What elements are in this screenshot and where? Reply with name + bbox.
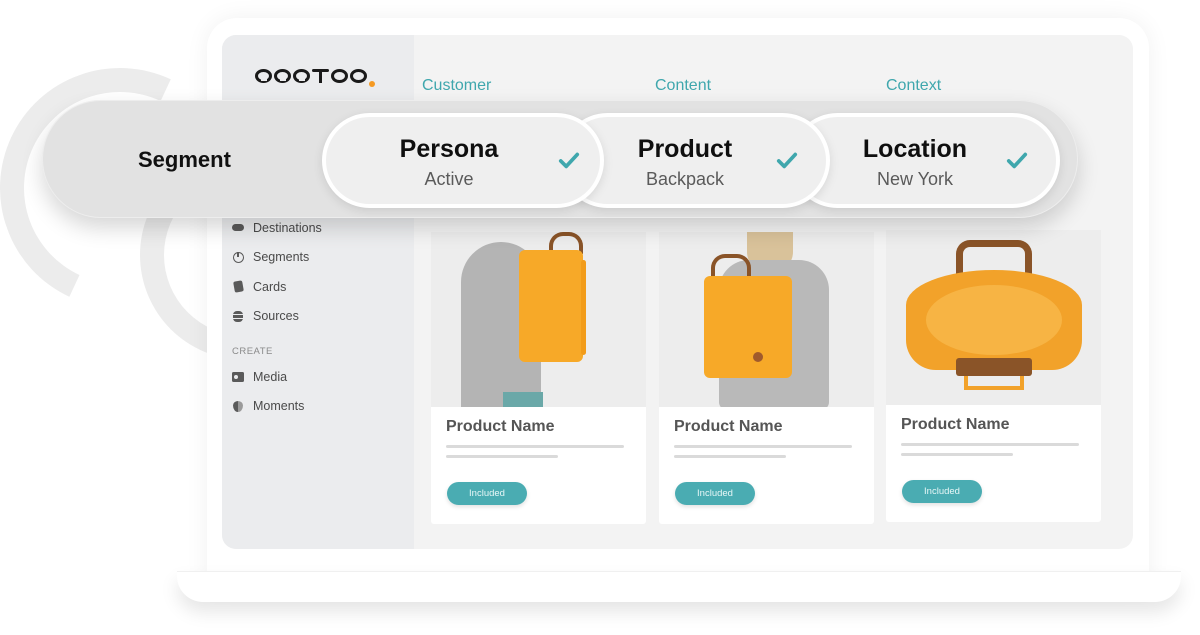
jeans	[503, 392, 543, 407]
product-name: Product Name	[901, 416, 1010, 433]
product-card[interactable]: Product Name Included	[659, 232, 874, 524]
sidebar-item-media[interactable]: Media	[232, 362, 402, 392]
included-badge[interactable]: Included	[902, 480, 982, 503]
pie-chart-icon	[232, 251, 244, 263]
sidebar-item-label: Moments	[253, 399, 305, 414]
included-badge[interactable]: Included	[447, 482, 527, 505]
occtoo-logo[interactable]	[255, 65, 375, 87]
placeholder-line	[446, 445, 624, 448]
category-content[interactable]: Content	[655, 77, 711, 95]
logo-glyph	[331, 69, 348, 83]
placeholder-line	[674, 445, 852, 448]
product-name: Product Name	[446, 418, 555, 435]
included-badge[interactable]: Included	[675, 482, 755, 505]
backpack	[704, 276, 792, 378]
sidebar-section-create: CREATE	[232, 345, 273, 357]
product-card[interactable]: Product Name Included	[431, 232, 646, 524]
database-icon	[232, 310, 244, 322]
sidebar-nav: Destinations Segments Cards Sources CREA…	[232, 213, 402, 421]
category-customer[interactable]: Customer	[422, 77, 491, 95]
laptop-base	[177, 571, 1181, 602]
sidebar-item-label: Segments	[253, 250, 310, 265]
bag-loop	[964, 376, 1024, 390]
segment-pill-location[interactable]: Location New York	[790, 113, 1060, 208]
brand-patch	[753, 352, 763, 362]
sidebar-item-moments[interactable]: Moments	[232, 392, 402, 422]
logo-glyph	[293, 69, 310, 83]
sidebar-item-sources[interactable]: Sources	[232, 302, 402, 332]
logo-glyph	[255, 69, 272, 83]
image-icon	[232, 371, 244, 383]
pill-value: Active	[424, 169, 474, 189]
product-card[interactable]: Product Name Included	[886, 230, 1101, 522]
logo-glyph	[312, 69, 329, 83]
bag-strap	[581, 260, 586, 355]
segment-pill-persona[interactable]: Persona Active	[322, 113, 604, 208]
logo-glyph	[350, 69, 367, 83]
checkmark-icon	[1006, 152, 1028, 169]
sidebar-item-label: Sources	[253, 309, 299, 324]
checkmark-icon	[776, 152, 798, 169]
placeholder-line	[446, 455, 558, 458]
cloud-icon	[232, 222, 244, 234]
segment-label: Segment	[138, 147, 231, 172]
product-image	[431, 232, 646, 407]
backpack	[519, 250, 583, 362]
pill-title: Persona	[399, 135, 499, 163]
logo-glyph	[274, 69, 291, 83]
product-image	[659, 232, 874, 407]
sidebar-item-label: Media	[253, 369, 288, 384]
product-image	[886, 230, 1101, 405]
category-context[interactable]: Context	[886, 77, 941, 95]
product-name: Product Name	[674, 418, 783, 435]
placeholder-line	[901, 453, 1013, 456]
placeholder-line	[674, 455, 786, 458]
sidebar-item-label: Destinations	[253, 220, 322, 235]
placeholder-line	[901, 443, 1079, 446]
category-header: Customer Content Context	[422, 77, 1122, 97]
bag-interior	[926, 285, 1062, 355]
logo-dot	[369, 81, 375, 87]
cards-icon	[232, 280, 244, 293]
sidebar-item-segments[interactable]: Segments	[232, 243, 402, 273]
bag-handle	[956, 358, 1032, 376]
checkmark-icon	[558, 152, 580, 169]
sidebar-item-cards[interactable]: Cards	[232, 272, 402, 302]
sidebar-item-label: Cards	[253, 279, 287, 294]
heart-icon	[232, 400, 244, 412]
